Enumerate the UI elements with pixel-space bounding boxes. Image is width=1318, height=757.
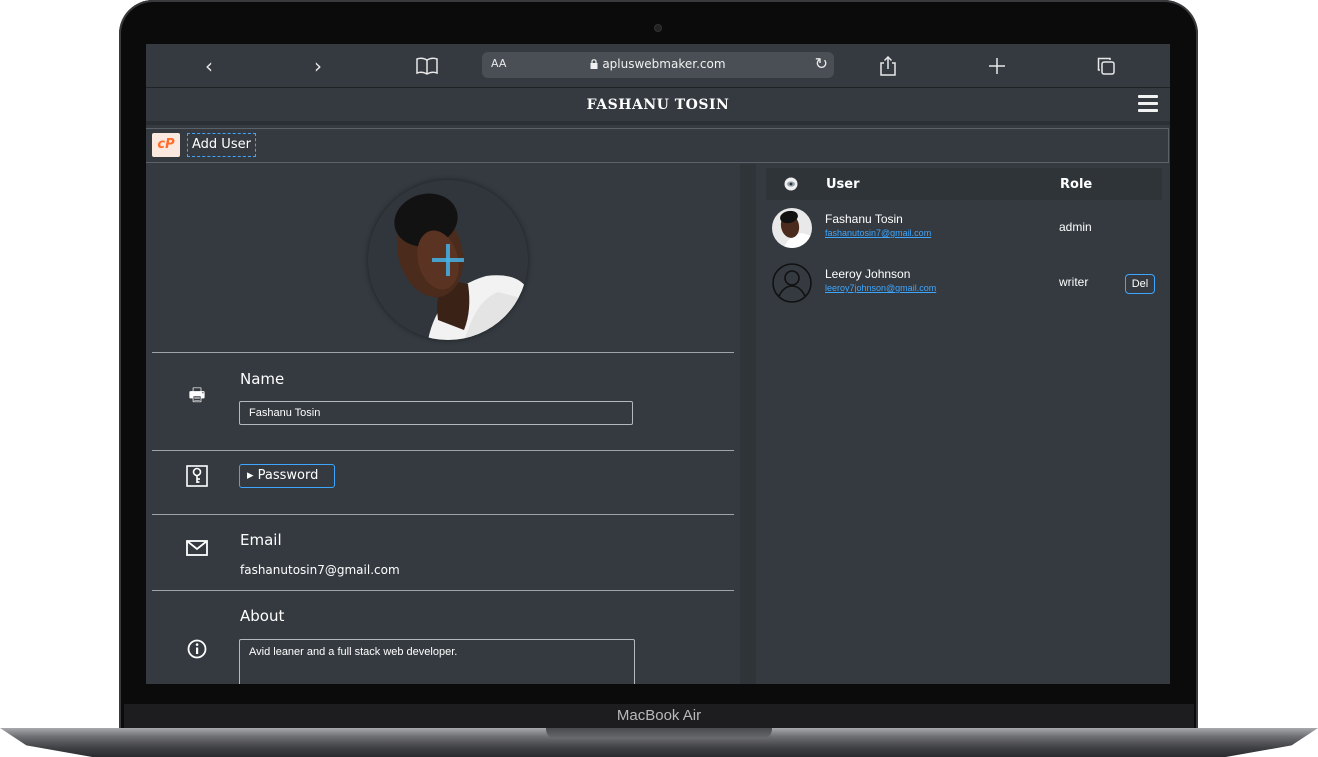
- back-button[interactable]: ‹: [194, 53, 224, 79]
- password-section: ▸ Password: [152, 450, 734, 514]
- upload-photo-icon[interactable]: [432, 244, 464, 276]
- eye-icon: [784, 177, 798, 191]
- info-icon: [186, 639, 208, 661]
- book-icon: [416, 57, 438, 75]
- user-email-link[interactable]: fashanutosin7@gmail.com: [825, 228, 931, 238]
- password-toggle-button[interactable]: ▸ Password: [239, 464, 336, 488]
- menu-icon[interactable]: [1138, 95, 1158, 113]
- page-title: FASHANU TOSIN: [586, 97, 730, 113]
- url-display: apluswebmaker.com: [482, 57, 834, 71]
- name-label: Name: [240, 370, 285, 388]
- column-header-user[interactable]: User: [826, 177, 860, 192]
- profile-panel: 🖶 Name Fashanu Tosin ▸ Password Email fa…: [152, 164, 734, 684]
- user-role: admin: [1059, 220, 1092, 234]
- panel-divider[interactable]: [740, 164, 756, 684]
- camera-icon: [655, 25, 661, 31]
- tabs-icon: [1097, 57, 1115, 75]
- cpanel-logo[interactable]: cP: [152, 133, 180, 157]
- name-section: 🖶 Name Fashanu Tosin: [152, 352, 734, 450]
- new-tab-button[interactable]: [982, 53, 1012, 79]
- about-textarea[interactable]: Avid leaner and a full stack web develop…: [239, 639, 635, 684]
- screen: ‹ › AA apluswebmaker.com ↻ FASHANU TOSIN…: [146, 44, 1170, 684]
- user-email-link[interactable]: leeroy7johnson@gmail.com: [825, 283, 936, 293]
- delete-user-button[interactable]: Del: [1125, 274, 1155, 294]
- about-section: About Avid leaner and a full stack web d…: [152, 590, 734, 684]
- user-role: writer: [1059, 275, 1089, 289]
- lock-icon: [590, 59, 598, 69]
- laptop-notch: [546, 728, 772, 739]
- bookmarks-button[interactable]: [412, 53, 442, 79]
- email-label: Email: [240, 531, 282, 549]
- forward-button[interactable]: ›: [303, 53, 333, 79]
- profile-avatar[interactable]: [368, 180, 528, 340]
- table-row[interactable]: Leeroy Johnson leeroy7johnson@gmail.com …: [766, 255, 1162, 310]
- email-section: Email fashanutosin7@gmail.com: [152, 514, 734, 590]
- avatar: [772, 208, 812, 248]
- model-label: MacBook Air: [616, 707, 702, 724]
- browser-toolbar: ‹ › AA apluswebmaker.com ↻: [146, 44, 1170, 88]
- tabs-button[interactable]: [1091, 53, 1121, 79]
- mail-icon: [186, 537, 208, 559]
- user-name: Fashanu Tosin: [825, 212, 903, 226]
- url-text: apluswebmaker.com: [602, 57, 726, 71]
- name-field[interactable]: Fashanu Tosin: [239, 401, 633, 425]
- add-user-button[interactable]: Add User: [187, 133, 256, 157]
- column-header-role[interactable]: Role: [1060, 177, 1092, 192]
- default-user-icon: [772, 263, 812, 303]
- plus-icon: [989, 58, 1005, 74]
- email-value: fashanutosin7@gmail.com: [240, 563, 400, 577]
- user-name: Leeroy Johnson: [825, 267, 911, 281]
- toolbar: cP Add User: [146, 128, 1169, 163]
- app-header: FASHANU TOSIN: [146, 88, 1170, 125]
- address-bar[interactable]: AA apluswebmaker.com ↻: [482, 52, 834, 78]
- key-icon: [186, 465, 208, 487]
- share-icon: [880, 55, 896, 76]
- about-label: About: [240, 607, 285, 625]
- table-header: User Role: [766, 168, 1162, 200]
- reload-icon[interactable]: ↻: [815, 54, 828, 73]
- table-row[interactable]: Fashanu Tosin fashanutosin7@gmail.com ad…: [766, 200, 1162, 255]
- share-button[interactable]: [873, 53, 903, 79]
- printer-icon: 🖶: [188, 385, 206, 406]
